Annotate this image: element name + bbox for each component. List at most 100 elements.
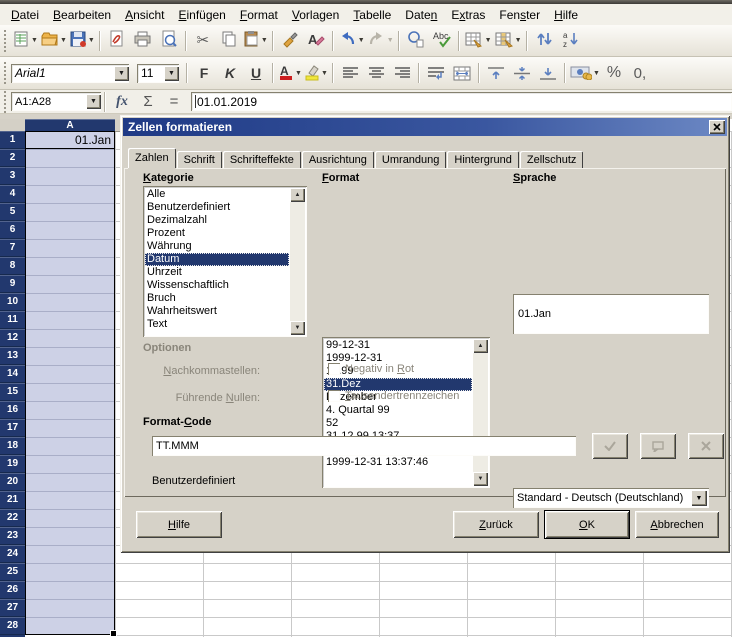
menu-item[interactable]: Datei [4, 6, 46, 24]
row-header[interactable]: 2 [0, 149, 25, 167]
dialog-tab[interactable]: Zellschutz [520, 151, 584, 168]
category-option[interactable]: Prozent [145, 227, 289, 240]
sort-button[interactable] [531, 29, 557, 53]
format-option[interactable]: 1999-12-31 13:37:46 [324, 456, 472, 469]
dropdown-arrow-icon[interactable]: ▼ [86, 94, 101, 109]
dialog-tab[interactable]: Hintergrund [447, 151, 518, 168]
currency-format-button[interactable]: ▼ [569, 61, 601, 85]
row-header[interactable]: 27 [0, 599, 25, 617]
merge-cells-button[interactable] [449, 61, 475, 85]
menu-item[interactable]: Hilfe [547, 6, 585, 24]
menu-item[interactable]: Bearbeiten [46, 6, 118, 24]
scroll-down-icon[interactable]: ▼ [473, 472, 488, 486]
clone-formatting-button[interactable] [277, 29, 303, 53]
undo-button[interactable]: ▼ [337, 29, 366, 53]
print-preview-button[interactable] [156, 29, 182, 53]
row-header[interactable]: 28 [0, 617, 25, 635]
dialog-tab[interactable]: Umrandung [375, 151, 446, 168]
wrap-text-button[interactable] [423, 61, 449, 85]
back-button[interactable]: Zurück [453, 511, 539, 538]
cut-button[interactable]: ✂ [190, 29, 216, 53]
category-option[interactable]: Bruch [145, 292, 289, 305]
menu-item[interactable]: Vorlagen [285, 6, 346, 24]
menu-item[interactable]: Tabelle [346, 6, 398, 24]
formula-button[interactable]: = [161, 90, 187, 114]
language-dropdown[interactable]: Standard - Deutsch (Deutschland) ▼ [513, 488, 709, 508]
row-header[interactable]: 14 [0, 365, 25, 383]
cancel-button[interactable]: Abbrechen [635, 511, 719, 538]
row-header[interactable]: 12 [0, 329, 25, 347]
dropdown-arrow-icon[interactable]: ▼ [114, 66, 129, 81]
insert-row-button[interactable]: ▼ [463, 29, 493, 53]
insert-column-button[interactable]: ▼ [493, 29, 523, 53]
row-header[interactable]: 11 [0, 311, 25, 329]
menu-item[interactable]: Extras [444, 6, 492, 24]
bold-button[interactable]: F [191, 61, 217, 85]
category-option[interactable]: Uhrzeit [145, 266, 289, 279]
dialog-close-button[interactable] [709, 120, 725, 134]
column-header-a[interactable]: A [25, 119, 115, 131]
row-header[interactable]: 20 [0, 473, 25, 491]
format-option[interactable]: 99-12-31 [324, 339, 472, 352]
row-header[interactable]: 7 [0, 239, 25, 257]
italic-button[interactable]: K [217, 61, 243, 85]
dialog-titlebar[interactable]: Zellen formatieren [123, 118, 727, 136]
name-box[interactable]: A1:A28 ▼ [11, 92, 101, 111]
row-header[interactable]: 25 [0, 563, 25, 581]
format-code-input[interactable] [152, 436, 576, 456]
menu-item[interactable]: Ansicht [118, 6, 171, 24]
row-header[interactable]: 26 [0, 581, 25, 599]
ok-button[interactable]: OK [545, 511, 629, 538]
find-replace-button[interactable] [403, 29, 429, 53]
category-option[interactable]: Datum [145, 253, 289, 266]
dialog-tab[interactable]: Zahlen [128, 148, 176, 168]
row-header[interactable]: 3 [0, 167, 25, 185]
category-option[interactable]: Währung [145, 240, 289, 253]
center-vertically-button[interactable] [509, 61, 535, 85]
row-header[interactable]: 13 [0, 347, 25, 365]
character-format-button[interactable]: A [303, 29, 329, 53]
row-header[interactable]: 10 [0, 293, 25, 311]
redo-button[interactable]: ▼ [366, 29, 395, 53]
format-scrollbar[interactable]: ▲ ▼ [473, 339, 488, 486]
edit-comment-button[interactable] [640, 433, 676, 459]
function-wizard-button[interactable]: fx [109, 90, 135, 114]
cell-a1[interactable]: 01.Jan [26, 132, 114, 149]
copy-button[interactable] [216, 29, 242, 53]
save-button[interactable]: ▼ [68, 29, 96, 53]
menu-item[interactable]: Daten [398, 6, 444, 24]
row-header[interactable]: 8 [0, 257, 25, 275]
category-scrollbar[interactable]: ▲ ▼ [290, 188, 305, 335]
category-option[interactable]: Wahrheitswert [145, 305, 289, 318]
dialog-tab[interactable]: Schrift [177, 151, 222, 168]
export-pdf-button[interactable] [104, 29, 130, 53]
menu-item[interactable]: Einfügen [171, 6, 232, 24]
row-header[interactable]: 17 [0, 419, 25, 437]
dialog-tab[interactable]: Ausrichtung [302, 151, 374, 168]
format-option[interactable]: 52 [324, 417, 472, 430]
align-left-button[interactable] [337, 61, 363, 85]
underline-button[interactable]: U [243, 61, 269, 85]
negative-red-checkbox[interactable] [328, 363, 340, 375]
align-top-button[interactable] [483, 61, 509, 85]
align-bottom-button[interactable] [535, 61, 561, 85]
row-header[interactable]: 9 [0, 275, 25, 293]
toolbar-gripper[interactable] [3, 91, 8, 113]
row-header[interactable]: 23 [0, 527, 25, 545]
category-option[interactable]: Text [145, 318, 289, 331]
menu-item[interactable]: Fenster [492, 6, 547, 24]
category-option[interactable]: Benutzerdefiniert [145, 201, 289, 214]
dropdown-arrow-icon[interactable]: ▼ [691, 490, 707, 506]
spellcheck-button[interactable]: Abc [429, 29, 455, 53]
open-button[interactable]: ▼ [39, 29, 68, 53]
fill-handle[interactable] [110, 630, 117, 637]
row-header[interactable]: 5 [0, 203, 25, 221]
dropdown-arrow-icon[interactable]: ▼ [164, 66, 179, 81]
font-name-combobox[interactable]: Arial1 ▼ [11, 64, 129, 83]
delete-format-button[interactable] [688, 433, 724, 459]
toolbar-gripper[interactable] [3, 30, 8, 52]
row-header[interactable]: 1 [0, 131, 25, 149]
row-header[interactable]: 18 [0, 437, 25, 455]
selected-range-a1-a28[interactable]: 01.Jan [25, 131, 115, 635]
print-button[interactable] [130, 29, 156, 53]
